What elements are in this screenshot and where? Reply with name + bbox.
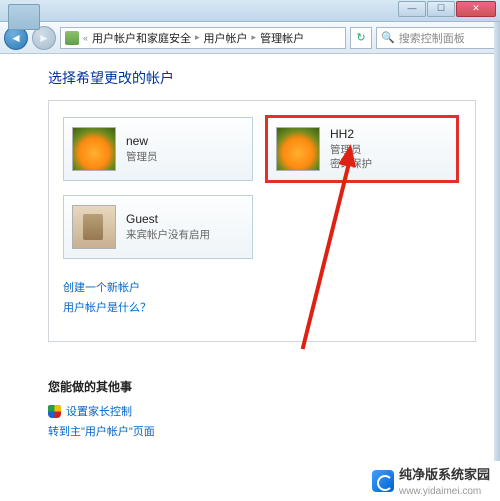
avatar-icon	[72, 205, 116, 249]
window-controls: — ☐ ✕	[398, 1, 496, 17]
account-status: 来宾帐户没有启用	[126, 228, 210, 243]
search-icon: 🔍	[381, 31, 395, 44]
watermark-logo-icon	[372, 470, 394, 492]
account-name: HH2	[330, 126, 372, 143]
account-info: new 管理员	[126, 133, 158, 164]
goto-main-link[interactable]: 转到主"用户帐户"页面	[48, 423, 155, 439]
control-panel-icon	[65, 31, 79, 45]
account-card-new[interactable]: new 管理员	[63, 117, 253, 181]
address-bar[interactable]: « 用户帐户和家庭安全 ▸ 用户帐户 ▸ 管理帐户	[60, 27, 346, 49]
avatar-icon	[276, 127, 320, 171]
account-links: 创建一个新帐户 用户帐户是什么？	[63, 279, 461, 315]
shield-icon	[48, 405, 61, 418]
window-edge	[494, 22, 500, 461]
page-heading: 选择希望更改的帐户	[48, 68, 490, 88]
parental-controls-link[interactable]: 设置家长控制	[66, 403, 132, 419]
account-name: Guest	[126, 211, 210, 228]
account-info: Guest 来宾帐户没有启用	[126, 211, 210, 242]
window-thumb	[8, 4, 40, 30]
refresh-button[interactable]: ↻	[350, 27, 372, 49]
navbar: ◄ ► « 用户帐户和家庭安全 ▸ 用户帐户 ▸ 管理帐户 ↻ 🔍 搜索控制面板	[0, 22, 500, 54]
watermark-url: www.yidaimei.com	[399, 486, 481, 497]
accounts-panel: new 管理员 HH2 管理员 密码保护 Guest 来宾帐户没有启用	[48, 100, 476, 342]
minimize-button[interactable]: —	[398, 1, 426, 17]
what-is-account-link[interactable]: 用户帐户是什么？	[63, 299, 461, 315]
breadcrumb-seg[interactable]: 用户帐户和家庭安全	[92, 30, 191, 46]
titlebar: — ☐ ✕	[0, 0, 500, 22]
chevron-icon: «	[81, 33, 90, 43]
breadcrumb-seg[interactable]: 用户帐户	[204, 30, 248, 46]
other-heading: 您能做的其他事	[48, 378, 490, 395]
account-card-guest[interactable]: Guest 来宾帐户没有启用	[63, 195, 253, 259]
account-name: new	[126, 133, 158, 150]
chevron-icon: ▸	[250, 32, 259, 43]
create-account-link[interactable]: 创建一个新帐户	[63, 279, 461, 295]
close-button[interactable]: ✕	[456, 1, 496, 17]
account-card-hh2[interactable]: HH2 管理员 密码保护	[267, 117, 457, 181]
avatar-icon	[72, 127, 116, 171]
search-input[interactable]: 🔍 搜索控制面板	[376, 27, 496, 49]
other-actions: 您能做的其他事 设置家长控制 转到主"用户帐户"页面	[48, 378, 490, 439]
account-role: 管理员	[126, 150, 158, 165]
search-placeholder: 搜索控制面板	[399, 30, 465, 46]
chevron-icon: ▸	[193, 32, 202, 43]
maximize-button[interactable]: ☐	[427, 1, 455, 17]
content-area: 选择希望更改的帐户 new 管理员 HH2 管理员 密码保护	[0, 54, 500, 453]
watermark-title: 纯净版系统家园	[399, 467, 490, 482]
annotation-arrow-head	[338, 143, 360, 168]
watermark: 纯净版系统家园 www.yidaimei.com	[372, 464, 490, 497]
breadcrumb-seg[interactable]: 管理帐户	[260, 30, 304, 46]
